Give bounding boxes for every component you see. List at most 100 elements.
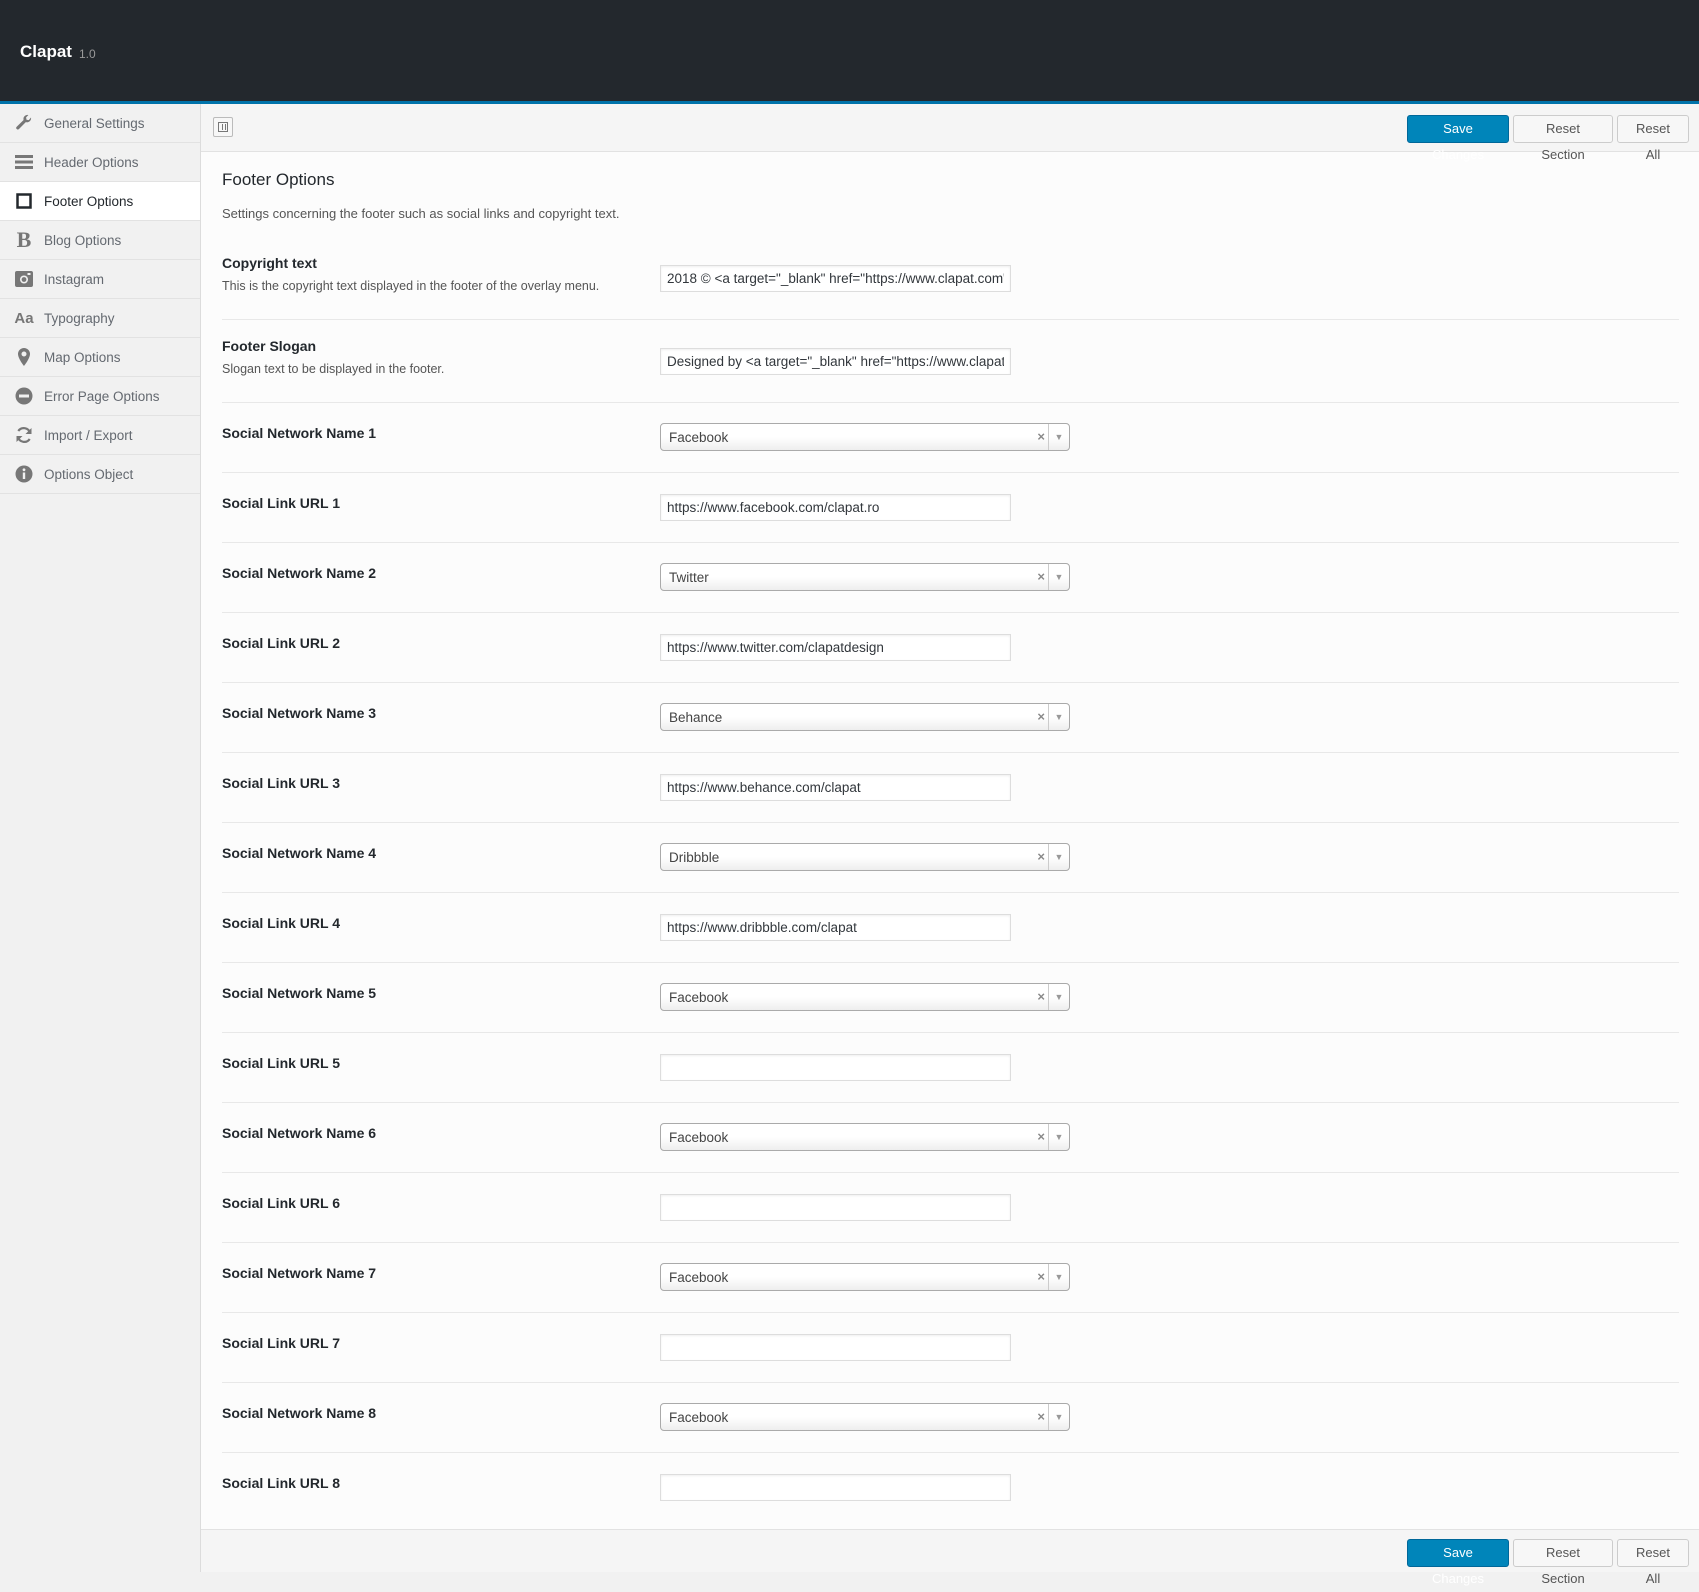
sidebar-item-blog-options[interactable]: B Blog Options bbox=[0, 221, 200, 260]
option-label: Social Network Name 5 bbox=[222, 985, 377, 1001]
option-row-social-network-3: Social Network Name 3 Behance × ▼ bbox=[222, 683, 1679, 753]
option-label: Social Link URL 7 bbox=[222, 1335, 340, 1351]
square-icon bbox=[14, 191, 34, 211]
sidebar-item-import-export[interactable]: Import / Export bbox=[0, 416, 200, 455]
clear-icon[interactable]: × bbox=[1037, 989, 1045, 1004]
option-label: Social Link URL 6 bbox=[222, 1195, 340, 1211]
clear-icon[interactable]: × bbox=[1037, 429, 1045, 444]
social-network-8-select[interactable]: Facebook × ▼ bbox=[660, 1403, 1070, 1431]
social-link-url-7-input[interactable] bbox=[660, 1334, 1011, 1361]
sidebar-item-footer-options[interactable]: Footer Options bbox=[0, 182, 200, 221]
sidebar-item-options-object[interactable]: Options Object bbox=[0, 455, 200, 494]
option-row-social-network-8: Social Network Name 8 Facebook × ▼ bbox=[222, 1383, 1679, 1453]
chevron-down-icon[interactable]: ▼ bbox=[1048, 1404, 1069, 1430]
sidebar-item-label: Import / Export bbox=[44, 428, 133, 443]
bars-icon bbox=[14, 152, 34, 172]
map-marker-icon bbox=[14, 347, 34, 367]
reset-section-button[interactable]: Reset Section bbox=[1513, 1539, 1613, 1586]
option-label: Social Network Name 7 bbox=[222, 1265, 377, 1281]
copyright-text-input[interactable] bbox=[660, 265, 1011, 292]
clear-icon[interactable]: × bbox=[1037, 1269, 1045, 1284]
option-description: Slogan text to be displayed in the foote… bbox=[222, 362, 445, 376]
sidebar-item-map-options[interactable]: Map Options bbox=[0, 338, 200, 377]
option-row-copyright: Copyright text This is the copyright tex… bbox=[222, 237, 1679, 320]
clear-icon[interactable]: × bbox=[1037, 1409, 1045, 1424]
bold-b-icon: B bbox=[16, 227, 32, 252]
social-link-url-5-input[interactable] bbox=[660, 1054, 1011, 1081]
footer-slogan-input[interactable] bbox=[660, 348, 1011, 375]
clear-icon[interactable]: × bbox=[1037, 1129, 1045, 1144]
select-value: Facebook bbox=[669, 1130, 729, 1145]
sidebar-item-label: Header Options bbox=[44, 155, 139, 170]
clear-icon[interactable]: × bbox=[1037, 849, 1045, 864]
chevron-down-icon[interactable]: ▼ bbox=[1048, 984, 1069, 1010]
social-network-1-select[interactable]: Facebook × ▼ bbox=[660, 423, 1070, 451]
option-row-social-network-4: Social Network Name 4 Dribbble × ▼ bbox=[222, 823, 1679, 893]
refresh-icon bbox=[14, 425, 34, 445]
social-network-4-select[interactable]: Dribbble × ▼ bbox=[660, 843, 1070, 871]
option-row-social-url-4: Social Link URL 4 bbox=[222, 893, 1679, 963]
option-label: Social Link URL 2 bbox=[222, 635, 340, 651]
sidebar-item-label: Instagram bbox=[44, 272, 105, 287]
options-main-panel: Save Changes Reset Section Reset All Foo… bbox=[201, 104, 1699, 1586]
sidebar-item-label: Error Page Options bbox=[44, 389, 160, 404]
option-row-footer-slogan: Footer Slogan Slogan text to be displaye… bbox=[222, 320, 1679, 403]
option-label: Social Link URL 4 bbox=[222, 915, 340, 931]
select-value: Facebook bbox=[669, 1270, 729, 1285]
option-row-social-url-2: Social Link URL 2 bbox=[222, 613, 1679, 683]
app-version: 1.0 bbox=[79, 47, 96, 61]
social-network-2-select[interactable]: Twitter × ▼ bbox=[660, 563, 1070, 591]
chevron-down-icon[interactable]: ▼ bbox=[1048, 844, 1069, 870]
social-link-url-3-input[interactable] bbox=[660, 774, 1011, 801]
sidebar-item-label: Map Options bbox=[44, 350, 121, 365]
social-link-url-8-input[interactable] bbox=[660, 1474, 1011, 1501]
social-link-url-2-input[interactable] bbox=[660, 634, 1011, 661]
option-label: Footer Slogan bbox=[222, 338, 317, 354]
option-row-social-network-6: Social Network Name 6 Facebook × ▼ bbox=[222, 1103, 1679, 1173]
save-button[interactable]: Save Changes bbox=[1407, 115, 1509, 162]
chevron-down-icon[interactable]: ▼ bbox=[1048, 1264, 1069, 1290]
section-description: Settings concerning the footer such as s… bbox=[222, 206, 620, 221]
font-icon: Aa bbox=[14, 309, 34, 327]
chevron-down-icon[interactable]: ▼ bbox=[1048, 1124, 1069, 1150]
social-network-5-select[interactable]: Facebook × ▼ bbox=[660, 983, 1070, 1011]
sidebar-item-general-settings[interactable]: General Settings bbox=[0, 104, 200, 143]
social-network-3-select[interactable]: Behance × ▼ bbox=[660, 703, 1070, 731]
option-row-social-network-1: Social Network Name 1 Facebook × ▼ bbox=[222, 403, 1679, 473]
chevron-down-icon[interactable]: ▼ bbox=[1048, 424, 1069, 450]
option-label: Social Network Name 3 bbox=[222, 705, 377, 721]
select-value: Facebook bbox=[669, 1410, 729, 1425]
option-label: Social Network Name 4 bbox=[222, 845, 377, 861]
social-link-url-6-input[interactable] bbox=[660, 1194, 1011, 1221]
option-row-social-url-3: Social Link URL 3 bbox=[222, 753, 1679, 823]
option-row-social-network-5: Social Network Name 5 Facebook × ▼ bbox=[222, 963, 1679, 1033]
social-link-url-4-input[interactable] bbox=[660, 914, 1011, 941]
option-row-social-url-7: Social Link URL 7 bbox=[222, 1313, 1679, 1383]
chevron-down-icon[interactable]: ▼ bbox=[1048, 564, 1069, 590]
select-value: Facebook bbox=[669, 990, 729, 1005]
clear-icon[interactable]: × bbox=[1037, 569, 1045, 584]
sidebar-item-error-page-options[interactable]: Error Page Options bbox=[0, 377, 200, 416]
social-network-6-select[interactable]: Facebook × ▼ bbox=[660, 1123, 1070, 1151]
option-label: Social Link URL 3 bbox=[222, 775, 340, 791]
expand-options-button[interactable] bbox=[213, 117, 233, 137]
option-label: Social Network Name 1 bbox=[222, 425, 377, 441]
reset-all-button[interactable]: Reset All bbox=[1617, 1539, 1689, 1586]
save-button[interactable]: Save Changes bbox=[1407, 1539, 1509, 1586]
select-value: Twitter bbox=[669, 570, 709, 585]
option-label: Social Link URL 5 bbox=[222, 1055, 340, 1071]
sidebar-item-header-options[interactable]: Header Options bbox=[0, 143, 200, 182]
reset-section-button[interactable]: Reset Section bbox=[1513, 115, 1613, 162]
sidebar-item-typography[interactable]: Aa Typography bbox=[0, 299, 200, 338]
sidebar-item-label: Blog Options bbox=[44, 233, 122, 248]
option-label: Social Network Name 2 bbox=[222, 565, 377, 581]
social-link-url-1-input[interactable] bbox=[660, 494, 1011, 521]
clear-icon[interactable]: × bbox=[1037, 709, 1045, 724]
options-sidebar: General Settings Header Options Footer O… bbox=[0, 104, 201, 1572]
bottom-toolbar: Save Changes Reset Section Reset All bbox=[201, 1529, 1699, 1586]
sidebar-item-instagram[interactable]: Instagram bbox=[0, 260, 200, 299]
option-label: Social Network Name 8 bbox=[222, 1405, 377, 1421]
social-network-7-select[interactable]: Facebook × ▼ bbox=[660, 1263, 1070, 1291]
reset-all-button[interactable]: Reset All bbox=[1617, 115, 1689, 162]
chevron-down-icon[interactable]: ▼ bbox=[1048, 704, 1069, 730]
